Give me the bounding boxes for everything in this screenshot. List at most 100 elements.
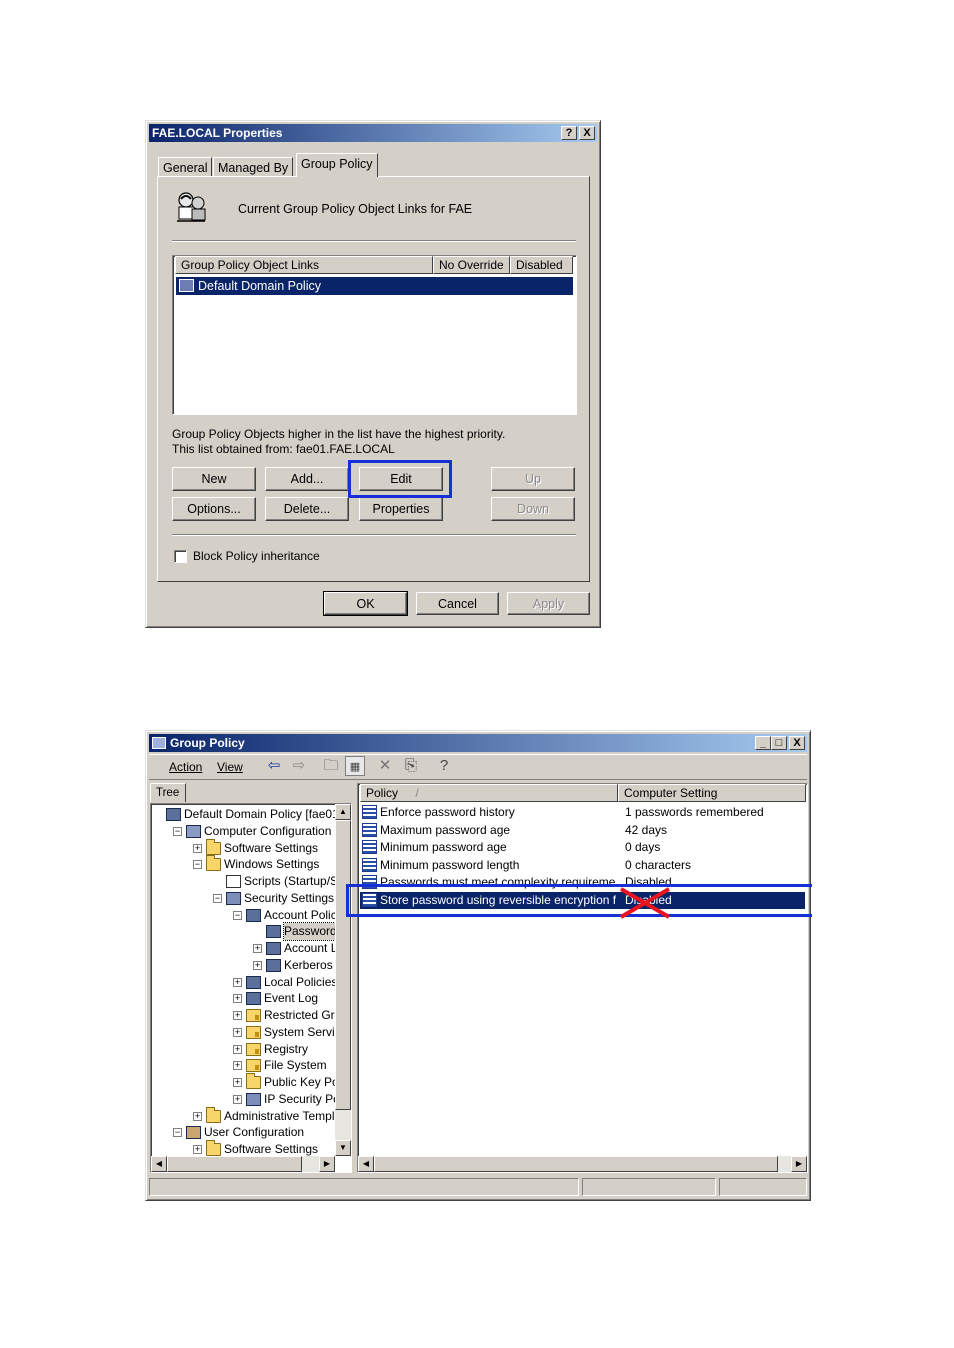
tab-group-policy[interactable]: Group Policy — [296, 153, 378, 177]
tree-item[interactable]: + Event Log — [233, 990, 318, 1007]
show-hide-tree-icon[interactable]: ▦ — [345, 756, 365, 776]
tree-scroll-down[interactable]: ▼ — [335, 1140, 351, 1156]
policy-row[interactable]: Enforce password history 1 passwords reme… — [360, 804, 805, 821]
export-list-icon[interactable]: ⎘ — [401, 756, 421, 776]
list-hscrollbar[interactable]: ◀ ▶ — [358, 1156, 807, 1172]
expand-icon[interactable]: + — [233, 1011, 242, 1020]
list-scroll-right[interactable]: ▶ — [791, 1156, 807, 1172]
help-button[interactable]: ? — [561, 126, 577, 140]
tree-scroll-right[interactable]: ▶ — [319, 1156, 335, 1172]
ok-button[interactable]: OK — [323, 591, 408, 616]
up-folder-icon[interactable]: 🗀 — [321, 756, 341, 776]
policy-row[interactable]: Maximum password age 42 days — [360, 822, 805, 839]
tree-item[interactable]: − User Configuration — [173, 1124, 304, 1141]
expand-icon[interactable]: + — [233, 994, 242, 1004]
menu-action[interactable]: Action — [169, 760, 202, 774]
collapse-icon[interactable]: − — [193, 860, 202, 870]
delete-button[interactable]: Delete... — [265, 497, 349, 521]
expand-icon[interactable]: + — [233, 1078, 242, 1087]
maximize-button[interactable]: □ — [771, 736, 787, 750]
gpo-list-item[interactable]: Default Domain Policy — [176, 277, 573, 295]
tree-item[interactable]: + IP Security Polici — [233, 1091, 335, 1108]
policy-row[interactable]: Minimum password age 0 days — [360, 839, 805, 856]
tab-general[interactable]: General — [158, 157, 213, 177]
list-hscroll-thumb[interactable] — [374, 1156, 778, 1172]
cancel-button[interactable]: Cancel — [416, 592, 499, 615]
tree-item[interactable]: + Software Settings — [193, 1140, 318, 1156]
tree-item[interactable]: + Account Loc — [253, 940, 335, 957]
forward-arrow-icon[interactable]: ⇨ — [289, 756, 309, 776]
tree-hscroll-thumb[interactable] — [167, 1156, 302, 1172]
tree-scroll-up[interactable]: ▲ — [335, 804, 351, 820]
expand-icon[interactable]: + — [253, 944, 262, 953]
properties-button[interactable]: Properties — [359, 497, 443, 521]
tab-managed-by[interactable]: Managed By — [213, 157, 294, 177]
policy-row[interactable]: Minimum password length 0 characters — [360, 857, 805, 874]
col-policy[interactable]: Policy / — [360, 784, 618, 802]
expand-icon[interactable]: + — [233, 1061, 242, 1071]
add-button[interactable]: Add... — [265, 467, 349, 491]
expand-icon[interactable]: + — [193, 843, 202, 853]
tree-scroll-left[interactable]: ◀ — [151, 1156, 167, 1172]
tree-item[interactable]: + Kerberos Pol — [253, 957, 335, 974]
down-button[interactable]: Down — [491, 497, 575, 521]
expand-icon[interactable]: + — [233, 1027, 242, 1037]
options-button[interactable]: Options... — [172, 497, 256, 521]
block-inheritance-label[interactable]: Block Policy inheritance — [193, 549, 320, 563]
tree-tab[interactable]: Tree — [150, 783, 186, 802]
minimize-button[interactable]: _ — [755, 736, 771, 750]
tree-item[interactable]: − Security Settings — [213, 890, 334, 907]
collapse-icon[interactable]: − — [173, 1128, 182, 1138]
collapse-icon[interactable]: − — [173, 826, 182, 836]
tree-pane[interactable]: Default Domain Policy [fae01.FA−Computer… — [150, 803, 352, 1173]
policy-setting-icon — [362, 805, 377, 819]
tree-item[interactable]: + File System — [233, 1057, 327, 1074]
tree-item[interactable]: + Administrative Template — [193, 1106, 335, 1125]
back-arrow-icon[interactable]: ⇦ — [264, 756, 284, 776]
tree-item[interactable]: + Local Policies — [233, 974, 335, 991]
folder-icon — [246, 1073, 261, 1089]
user-icon — [186, 1126, 201, 1140]
tree-item[interactable]: + Public Key Policie — [233, 1073, 335, 1091]
gp-close-button[interactable]: X — [789, 736, 805, 750]
tree-item[interactable]: Password Po — [253, 922, 335, 942]
tree-item[interactable]: Default Domain Policy [fae01.FA — [153, 806, 335, 823]
tree-item[interactable]: + Registry — [233, 1041, 308, 1058]
tree-scroll-thumb[interactable] — [335, 820, 351, 1110]
col-computer-setting[interactable]: Computer Setting — [618, 784, 806, 802]
tree-item[interactable]: − Computer Configuration — [173, 823, 331, 840]
delete-icon[interactable]: ✕ — [375, 756, 395, 776]
expand-icon[interactable]: + — [253, 960, 262, 970]
tree-item[interactable]: + Restricted Group — [233, 1007, 335, 1024]
collapse-icon[interactable]: − — [213, 893, 222, 903]
new-button[interactable]: New — [172, 467, 256, 491]
policy-name: Maximum password age — [380, 822, 511, 837]
expand-icon[interactable]: + — [233, 1044, 242, 1054]
tree-item[interactable]: Scripts (Startup/Shu — [213, 873, 335, 890]
tree-item-label: Registry — [264, 1041, 309, 1056]
menu-view[interactable]: View — [217, 760, 243, 774]
tree-hscrollbar[interactable]: ◀ ▶ — [151, 1156, 335, 1172]
dialog-titlebar: FAE.LOCAL Properties ? X — [149, 124, 597, 142]
tree-item[interactable]: − Windows Settings — [193, 855, 319, 873]
expand-icon[interactable]: + — [193, 1111, 202, 1121]
col-disabled[interactable]: Disabled — [510, 256, 573, 274]
collapse-icon[interactable]: − — [233, 910, 242, 920]
apply-button[interactable]: Apply — [507, 592, 590, 615]
block-inheritance-checkbox[interactable] — [174, 550, 187, 563]
gpo-links-list[interactable]: Group Policy Object Links No Override Di… — [172, 255, 577, 415]
close-button[interactable]: X — [579, 126, 595, 140]
list-scroll-left[interactable]: ◀ — [358, 1156, 374, 1172]
col-no-override[interactable]: No Override — [433, 256, 510, 274]
tree-vscrollbar[interactable]: ▲ ▼ — [335, 804, 351, 1156]
up-button[interactable]: Up — [491, 467, 575, 491]
expand-icon[interactable]: + — [193, 1145, 202, 1154]
tree-item[interactable]: − Account Policies — [233, 907, 335, 924]
tree-item[interactable]: + System Services — [233, 1024, 335, 1041]
col-gpo-links[interactable]: Group Policy Object Links — [175, 256, 433, 274]
expand-icon[interactable]: + — [233, 977, 242, 987]
help-icon[interactable]: ? — [434, 756, 454, 776]
policy-list-pane[interactable]: Policy / Computer Setting Enforce passwo… — [357, 783, 808, 1173]
tree-item[interactable]: + Software Settings — [193, 838, 318, 857]
expand-icon[interactable]: + — [233, 1094, 242, 1104]
